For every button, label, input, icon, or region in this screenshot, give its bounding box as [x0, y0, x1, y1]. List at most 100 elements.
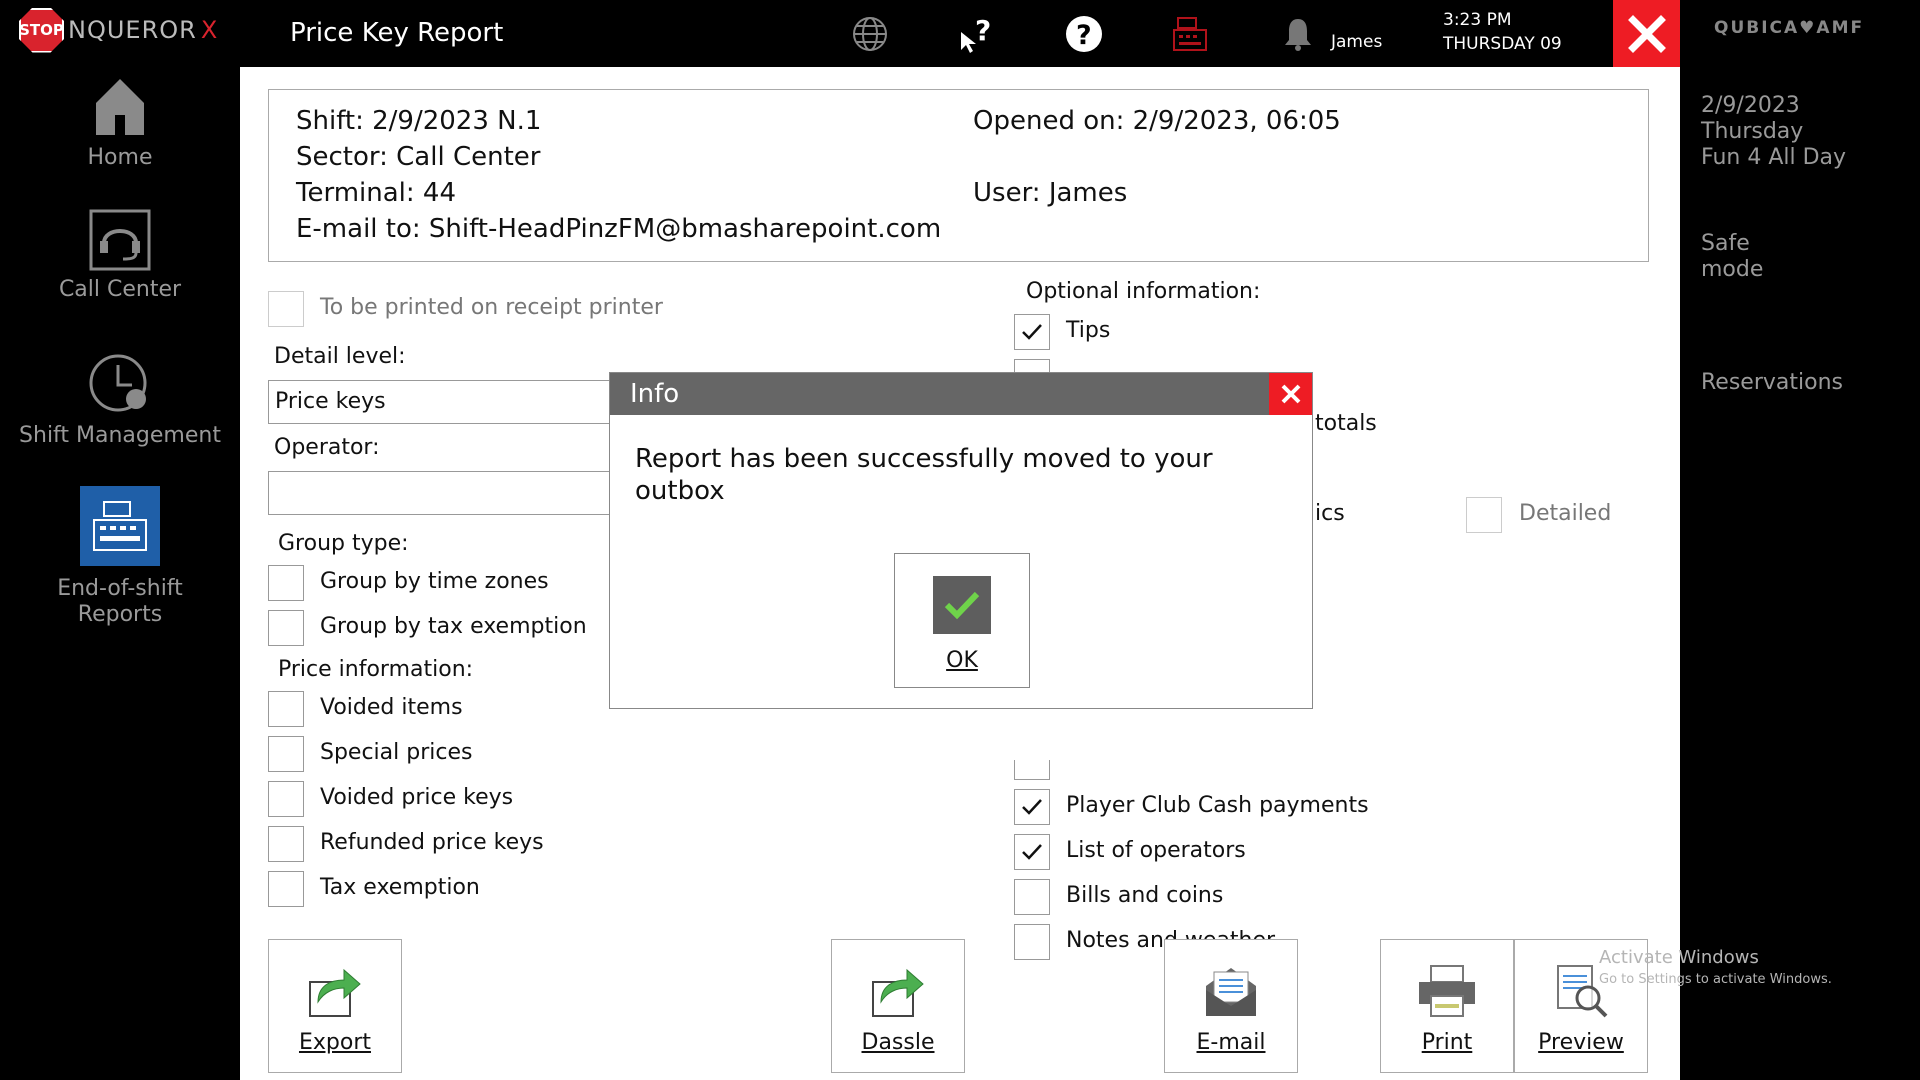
top-bar: STOP NQUEROR X Price Key Report ? ? James…	[0, 0, 1920, 67]
checkmark-icon	[1022, 324, 1042, 340]
help-circle-icon[interactable]: ?	[1064, 14, 1104, 54]
email-icon	[1206, 968, 1256, 1016]
tax-exemption-label: Tax exemption	[320, 875, 480, 900]
dialog-close-button[interactable]	[1269, 373, 1312, 415]
user-label: User: James	[973, 178, 1128, 208]
group-tax-exemption-checkbox[interactable]	[268, 610, 304, 646]
globe-icon[interactable]	[850, 14, 890, 54]
optional-info-label: Optional information:	[1026, 279, 1261, 304]
sector-label: Sector: Call Center	[296, 142, 541, 172]
page-title: Price Key Report	[290, 18, 504, 48]
current-user: James	[1331, 32, 1383, 52]
sidebar-item-end-of-shift-reports[interactable]: End-of-shift Reports	[0, 486, 240, 628]
email-button[interactable]: E-mail	[1164, 939, 1298, 1073]
receipt-printer-label: To be printed on receipt printer	[320, 295, 663, 320]
close-icon	[1627, 14, 1666, 53]
ok-icon-box	[933, 576, 991, 634]
special-prices-label: Special prices	[320, 740, 473, 765]
voided-price-keys-checkbox[interactable]	[268, 781, 304, 817]
logo-text: NQUEROR X	[68, 16, 219, 44]
dialog-message: Report has been successfully moved to yo…	[635, 444, 1213, 506]
sidebar-item-call-center[interactable]: Call Center	[0, 209, 240, 302]
dassle-button[interactable]: Dassle	[831, 939, 965, 1073]
help-cursor-icon[interactable]: ?	[955, 14, 995, 54]
tax-exemption-checkbox[interactable]	[268, 871, 304, 907]
headset-icon	[89, 209, 151, 271]
sidebar-item-shift-management[interactable]: Shift Management	[0, 353, 240, 448]
ok-button[interactable]: OK	[894, 553, 1030, 688]
print-button[interactable]: Print	[1380, 939, 1514, 1073]
sidebar-item-label: Reports	[77, 602, 163, 627]
sidebar-item-label: Call Center	[58, 277, 182, 302]
close-icon	[1281, 384, 1300, 404]
sidebar-item-label: Home	[87, 145, 153, 170]
sidebar-item-label: End-of-shift	[57, 576, 183, 601]
optional-label-ics: ics	[1315, 501, 1345, 526]
tips-label: Tips	[1066, 318, 1111, 343]
checkmark-icon	[1022, 799, 1042, 815]
active-indicator	[80, 486, 160, 566]
voided-price-keys-label: Voided price keys	[320, 785, 514, 810]
windows-activation-text: Go to Settings to activate Windows.	[1599, 972, 1832, 987]
shift-label: Shift: 2/9/2023 N.1	[296, 106, 542, 136]
notes-and-weather-checkbox[interactable]	[1014, 924, 1050, 960]
bills-and-coins-checkbox[interactable]	[1014, 879, 1050, 915]
bills-and-coins-label: Bills and coins	[1066, 883, 1224, 908]
reservations-button[interactable]: Reservations	[1701, 370, 1843, 396]
voided-items-checkbox[interactable]	[268, 691, 304, 727]
list-of-operators-label: List of operators	[1066, 838, 1246, 863]
opened-on-label: Opened on: 2/9/2023, 06:05	[973, 106, 1341, 136]
sidebar: Home Call Center Shift Management End-of…	[0, 67, 240, 1080]
home-icon	[96, 79, 144, 135]
right-panel: 2/9/2023 Thursday Fun 4 All Day Safe mod…	[1680, 67, 1920, 1080]
group-time-zones-label: Group by time zones	[320, 569, 549, 594]
checkmark-icon	[944, 591, 980, 620]
stop-sign-icon: STOP	[19, 7, 64, 53]
checkmark-icon	[1022, 844, 1042, 860]
list-of-operators-checkbox[interactable]	[1014, 834, 1050, 870]
clock-time: 3:23 PM	[1443, 10, 1512, 30]
refunded-price-keys-label: Refunded price keys	[320, 830, 544, 855]
voided-items-label: Voided items	[320, 695, 463, 720]
email-label: E-mail to: Shift-HeadPinzFM@bmasharepoin…	[296, 214, 942, 244]
clock-icon	[89, 354, 147, 412]
clock-day: THURSDAY 09	[1443, 34, 1562, 54]
dialog-title-bar: Info	[610, 373, 1312, 415]
bell-icon[interactable]	[1278, 14, 1318, 54]
optional-checkbox-hidden-2[interactable]	[1014, 760, 1050, 780]
svg-text:?: ?	[975, 14, 991, 47]
detailed-label: Detailed	[1519, 501, 1612, 526]
safe-mode-button[interactable]: Safe mode	[1701, 231, 1763, 283]
terminal-label: Terminal: 44	[296, 178, 456, 208]
refunded-price-keys-checkbox[interactable]	[268, 826, 304, 862]
date: 2/9/2023	[1701, 93, 1800, 118]
export-icon	[309, 968, 361, 1017]
receipt-printer-checkbox[interactable]	[268, 291, 304, 327]
printer-icon	[1419, 965, 1475, 1017]
windows-activation-title: Activate Windows	[1599, 947, 1759, 968]
brand-logo: QUBICA♥AMF	[1714, 18, 1865, 38]
cash-register-icon[interactable]	[1170, 14, 1210, 54]
player-club-cash-label: Player Club Cash payments	[1066, 793, 1369, 818]
dialog-title: Info	[630, 379, 680, 409]
group-type-label: Group type:	[278, 531, 409, 556]
cash-register-icon	[93, 501, 147, 551]
close-app-button[interactable]	[1613, 0, 1680, 67]
svg-text:?: ?	[1076, 20, 1092, 51]
group-time-zones-checkbox[interactable]	[268, 565, 304, 601]
sidebar-item-home[interactable]: Home	[0, 75, 240, 170]
player-club-cash-checkbox[interactable]	[1014, 789, 1050, 825]
info-dialog: Info Report has been successfully moved …	[609, 372, 1313, 709]
tips-checkbox[interactable]	[1014, 314, 1050, 350]
preview-icon	[1557, 965, 1608, 1018]
optional-label-totals: totals	[1315, 411, 1377, 436]
weekday: Thursday	[1701, 119, 1804, 144]
sidebar-item-label: Shift Management	[19, 423, 221, 448]
detail-level-label: Detail level:	[274, 344, 406, 369]
detailed-checkbox[interactable]	[1466, 497, 1502, 533]
event-name: Fun 4 All Day	[1701, 145, 1847, 170]
shift-info-box: Shift: 2/9/2023 N.1 Sector: Call Center …	[268, 89, 1649, 262]
app-logo: STOP NQUEROR X	[19, 7, 219, 53]
special-prices-checkbox[interactable]	[268, 736, 304, 772]
export-button[interactable]: Export	[268, 939, 402, 1073]
